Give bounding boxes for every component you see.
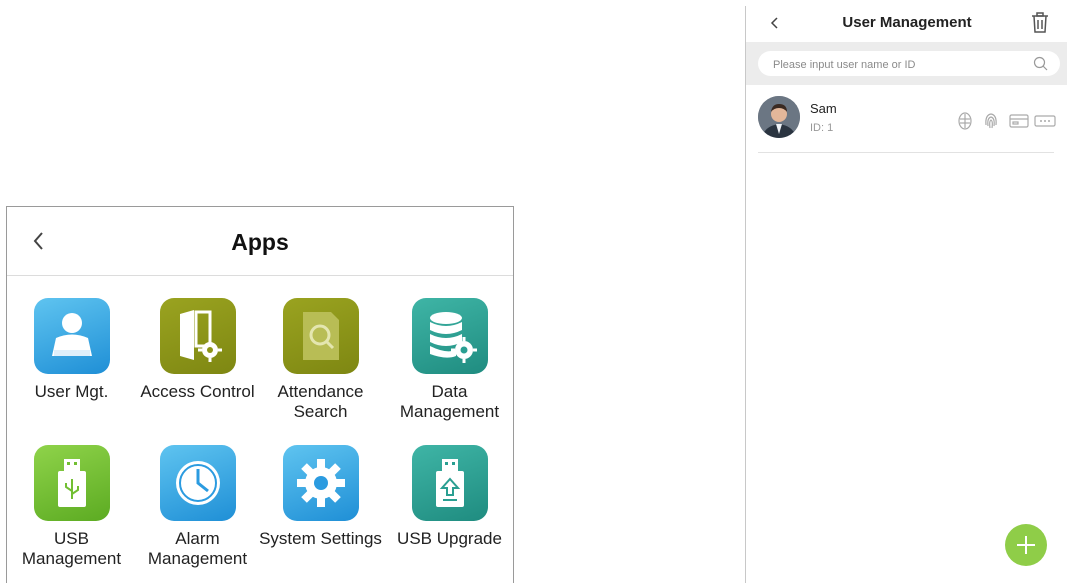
document-search-icon bbox=[282, 298, 359, 374]
door-gear-icon bbox=[159, 298, 236, 374]
usb-drive-icon bbox=[33, 445, 110, 521]
password-icon bbox=[1034, 115, 1056, 127]
face-icon bbox=[958, 112, 972, 130]
user-icon bbox=[33, 298, 110, 374]
app-data-management[interactable]: Data Management bbox=[385, 298, 514, 422]
card-icon bbox=[1009, 114, 1029, 128]
clock-icon bbox=[159, 445, 236, 521]
app-label: USB Management bbox=[21, 529, 122, 568]
user-id: ID: 1 bbox=[810, 122, 834, 134]
avatar bbox=[758, 96, 800, 138]
app-label: Access Control bbox=[140, 382, 255, 401]
app-label: Alarm Management bbox=[147, 529, 248, 568]
page-title: Apps bbox=[231, 229, 289, 255]
apps-screen: Apps User Mgt. Access Control Attendance… bbox=[6, 206, 514, 583]
apps-grid: User Mgt. Access Control Attendance Sear… bbox=[7, 276, 513, 584]
apps-header: Apps bbox=[7, 207, 513, 276]
app-label: Attendance Search bbox=[277, 382, 364, 421]
user-name: Sam bbox=[810, 101, 837, 116]
user-list-item[interactable]: Sam ID: 1 bbox=[758, 94, 1056, 153]
app-label: Data Management bbox=[399, 382, 500, 421]
search-field bbox=[758, 51, 1060, 78]
search-bar bbox=[746, 42, 1067, 85]
app-attendance-search[interactable]: Attendance Search bbox=[256, 298, 385, 422]
app-system-settings[interactable]: System Settings bbox=[256, 445, 385, 549]
search-input[interactable] bbox=[758, 51, 1015, 78]
trash-icon[interactable] bbox=[1030, 12, 1050, 34]
app-label: User Mgt. bbox=[34, 382, 109, 401]
plus-icon bbox=[1017, 536, 1035, 554]
add-user-button[interactable] bbox=[1005, 524, 1047, 566]
app-usb-upgrade[interactable]: USB Upgrade bbox=[385, 445, 514, 549]
um-header: User Management bbox=[746, 6, 1067, 42]
app-user-mgt[interactable]: User Mgt. bbox=[7, 298, 136, 402]
app-usb-management[interactable]: USB Management bbox=[7, 445, 136, 569]
fingerprint-icon bbox=[985, 113, 997, 129]
app-alarm-management[interactable]: Alarm Management bbox=[133, 445, 262, 569]
app-label: USB Upgrade bbox=[397, 529, 502, 548]
usb-upgrade-icon bbox=[411, 445, 488, 521]
app-access-control[interactable]: Access Control bbox=[133, 298, 262, 402]
user-management-screen: User Management Please input user name o… bbox=[745, 6, 1067, 583]
gear-icon bbox=[282, 445, 359, 521]
database-gear-icon bbox=[411, 298, 488, 374]
page-title: User Management bbox=[842, 14, 972, 31]
app-label: System Settings bbox=[259, 529, 382, 548]
search-icon[interactable] bbox=[1033, 56, 1048, 71]
